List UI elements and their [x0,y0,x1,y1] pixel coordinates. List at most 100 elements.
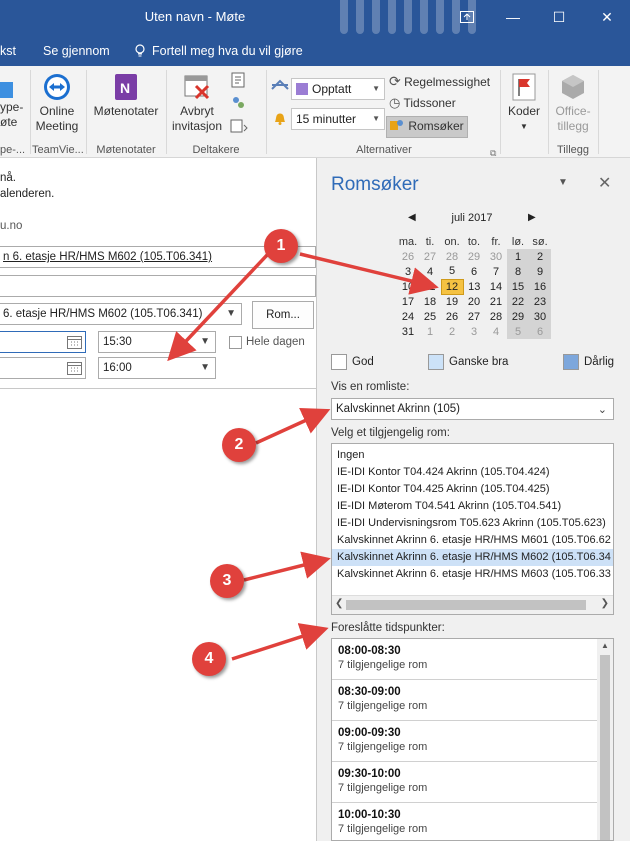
room-item[interactable]: IE-IDI Kontor T04.425 Akrinn (105.T04.42… [332,481,613,498]
room-item[interactable]: Kalvskinnet Akrinn 6. etasje HR/HMS M601… [332,532,613,549]
calendar-day[interactable]: 16 [529,279,551,294]
calendar-day[interactable]: 28 [485,309,507,324]
scrollbar-thumb[interactable] [600,655,610,840]
calendar-day[interactable]: 2 [441,324,463,339]
calendar-day[interactable]: 1 [419,324,441,339]
end-date-field[interactable] [0,357,86,379]
calendar-day[interactable]: 25 [419,309,441,324]
calendar-day[interactable]: 23 [529,294,551,309]
room-item[interactable]: IE-IDI Undervisningsrom T05.623 Akrinn (… [332,515,613,532]
room-item[interactable]: Ingen [332,447,613,464]
calendar-day[interactable]: 14 [485,279,507,294]
cancel-invitation-button[interactable]: Avbryt invitasjon [168,72,226,134]
calendar-day[interactable]: 11 [419,279,441,294]
calendar-day[interactable]: 6 [529,324,551,339]
calendar-day[interactable]: 6 [463,264,485,279]
calendar-day[interactable]: 26 [441,309,463,324]
tell-me-search[interactable]: Fortell meg hva du vil gjøre [152,44,303,58]
menu-tab-review[interactable]: Se gjennom [43,44,110,58]
available-rooms-list[interactable]: Ingen IE-IDI Kontor T04.424 Akrinn (105.… [331,443,614,615]
reminder-dropdown[interactable]: 15 minutter ▼ [291,108,385,130]
room-item-selected[interactable]: Kalvskinnet Akrinn 6. etasje HR/HMS M602… [332,549,613,566]
recurrence-button[interactable]: ⟳ Regelmessighet [389,72,490,91]
time-slot-status: 7 tilgjengelige rom [338,659,428,671]
time-slot[interactable]: 08:00-08:30 7 tilgjengelige rom [332,639,598,680]
next-month-icon[interactable]: ▶ [528,212,536,223]
calendar-day[interactable]: 2 [529,249,551,264]
calendar-day[interactable]: 5 [441,264,463,279]
minimize-button[interactable]: — [490,0,536,34]
time-slot[interactable]: 09:30-10:00 7 tilgjengelige rom [332,762,598,803]
start-time-field[interactable]: 15:30 ▼ [98,331,216,353]
calendar-day[interactable]: 10 [397,279,419,294]
calendar-day[interactable]: 19 [441,294,463,309]
calendar-day[interactable]: 5 [507,324,529,339]
calendar-day[interactable]: 24 [397,309,419,324]
check-names-icon[interactable] [230,118,250,139]
calendar-day[interactable]: 20 [463,294,485,309]
calendar-day[interactable]: 15 [507,279,529,294]
room-item[interactable]: Kalvskinnet Akrinn 6. etasje HR/HMS M603… [332,566,613,583]
all-day-checkbox[interactable] [229,336,242,349]
calendar-day[interactable]: 29 [463,249,485,264]
calendar-day[interactable]: 29 [507,309,529,324]
meeting-notes-button[interactable]: N Møtenotater [88,72,164,119]
calendar-day[interactable]: 17 [397,294,419,309]
calendar-day[interactable]: 21 [485,294,507,309]
tags-button[interactable]: Koder ▼ [502,72,546,134]
calendar-day[interactable]: 27 [419,249,441,264]
time-slot[interactable]: 09:00-09:30 7 tilgjengelige rom [332,721,598,762]
scrollbar-thumb[interactable] [346,600,586,610]
scroll-left-icon[interactable]: ❮ [335,598,343,609]
response-options-icon[interactable] [230,95,246,116]
calendar-day[interactable]: 3 [463,324,485,339]
scroll-right-icon[interactable]: ❯ [601,598,609,609]
room-finder-button[interactable]: Romsøker [386,116,468,138]
office-addins-button[interactable]: Office- tillegg [550,72,596,134]
calendar-day[interactable]: 9 [529,264,551,279]
calendar-day[interactable]: 27 [463,309,485,324]
close-button[interactable]: ✕ [584,0,630,34]
scroll-up-icon[interactable]: ▲ [601,641,609,650]
start-date-field[interactable] [0,331,86,353]
calendar-day[interactable]: 13 [463,279,485,294]
online-meeting-button[interactable]: Online Meeting [32,72,82,134]
pane-options-chevron-icon[interactable]: ▼ [558,177,568,188]
calendar-day[interactable]: 18 [419,294,441,309]
pane-close-icon[interactable]: ✕ [598,173,611,193]
time-zones-button[interactable]: ◷ Tidssoner [389,94,456,112]
maximize-button[interactable]: ☐ [536,0,582,34]
calendar-day[interactable]: 4 [485,324,507,339]
room-item[interactable]: IE-IDI Møterom T04.541 Akrinn (105.T04.5… [332,498,613,515]
calendar-day[interactable]: 28 [441,249,463,264]
calendar-day[interactable]: 3 [397,264,419,279]
location-field[interactable]: 6. etasje HR/HMS M602 (105.T06.341) ▼ [0,303,242,325]
calendar-day[interactable]: 26 [397,249,419,264]
time-slot[interactable]: 08:30-09:00 7 tilgjengelige rom [332,680,598,721]
teamviewer-partial-button[interactable]: ype- øte [0,80,23,130]
chevron-down-icon: ▼ [200,362,210,373]
calendar-day[interactable]: 1 [507,249,529,264]
suggested-times-list[interactable]: 08:00-08:30 7 tilgjengelige rom 08:30-09… [331,638,614,841]
calendar-day[interactable]: 31 [397,324,419,339]
ribbon-display-options-button[interactable] [444,0,490,34]
horizontal-scrollbar[interactable]: ❮ ❯ [332,595,613,614]
calendar-day[interactable]: 7 [485,264,507,279]
previous-month-icon[interactable]: ◀ [408,212,416,223]
rooms-button[interactable]: Rom... [252,301,314,329]
address-book-icon[interactable] [230,72,246,93]
subject-field[interactable] [0,275,316,297]
calendar-day[interactable]: 8 [507,264,529,279]
room-list-dropdown[interactable]: Kalvskinnet Akrinn (105) ⌄ [331,398,614,420]
end-time-field[interactable]: 16:00 ▼ [98,357,216,379]
calendar-day[interactable]: 4 [419,264,441,279]
vertical-scrollbar[interactable]: ▲ [597,639,613,840]
room-item[interactable]: IE-IDI Kontor T04.424 Akrinn (105.T04.42… [332,464,613,481]
calendar-day[interactable]: 30 [485,249,507,264]
show-as-dropdown[interactable]: Opptatt ▼ [291,78,385,100]
calendar-day[interactable]: 30 [529,309,551,324]
calendar-day-today[interactable]: 12 [440,278,464,295]
menu-tab-text[interactable]: kst [0,44,16,58]
time-slot[interactable]: 10:00-10:30 7 tilgjengelige rom [332,803,598,840]
calendar-day[interactable]: 22 [507,294,529,309]
